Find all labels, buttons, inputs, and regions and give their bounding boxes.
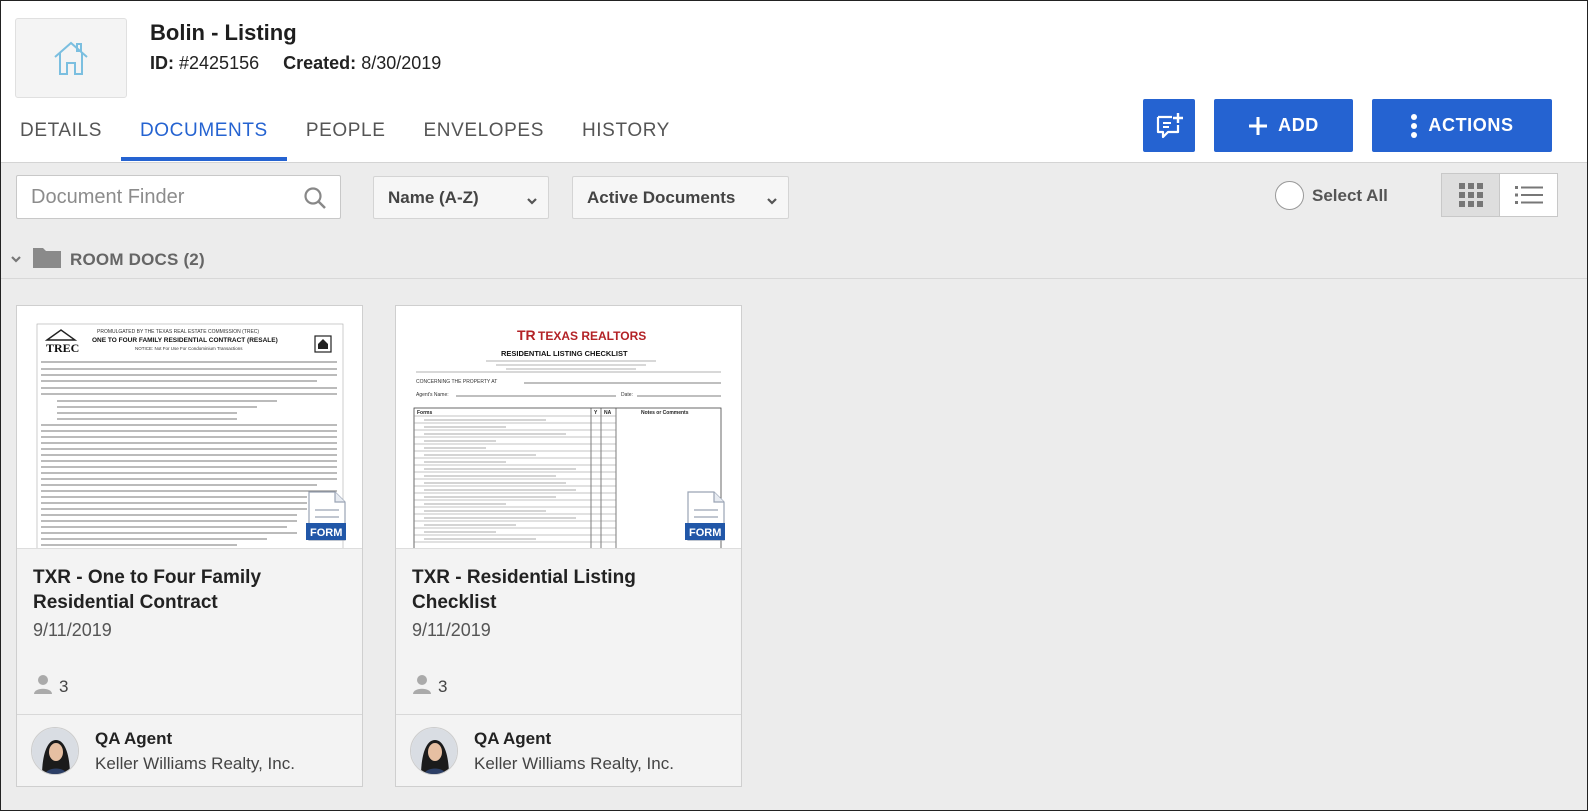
preview-notice: NOTICE: Not For Use For Condominium Tran… xyxy=(135,346,243,351)
actions-button[interactable]: ACTIONS xyxy=(1372,99,1552,152)
document-date: 9/11/2019 xyxy=(33,620,112,640)
document-preview: TR TEXAS REALTORS RESIDENTIAL LISTING CH… xyxy=(396,306,741,549)
preview-logo-text: TREC xyxy=(46,341,79,355)
search-icon[interactable] xyxy=(303,186,327,215)
folder-icon xyxy=(32,245,62,274)
tab-people[interactable]: PEOPLE xyxy=(287,111,405,161)
person-icon xyxy=(33,674,53,699)
agent-name: QA Agent xyxy=(474,729,552,748)
document-title[interactable]: TXR - One to Four Family Residential Con… xyxy=(33,565,333,615)
app-frame: Bolin - Listing ID: #2425156 Created: 8/… xyxy=(0,0,1588,811)
document-card[interactable]: TREC PROMULGATED BY THE TEXAS REAL ESTAT… xyxy=(16,305,363,787)
people-count: 3 xyxy=(33,674,68,699)
document-date: 9/11/2019 xyxy=(412,620,491,640)
avatar xyxy=(410,727,458,775)
preview-header-line: PROMULGATED BY THE TEXAS REAL ESTATE COM… xyxy=(97,329,259,335)
form-badge-label: FORM xyxy=(310,527,342,539)
chevron-down-icon[interactable] xyxy=(10,251,22,269)
created-label: Created: xyxy=(283,53,357,73)
agent-company: Keller Williams Realty, Inc. xyxy=(474,754,674,773)
people-count-value: 3 xyxy=(438,676,448,696)
view-toggle xyxy=(1441,173,1558,217)
document-title[interactable]: TXR - Residential Listing Checklist xyxy=(412,565,712,615)
document-owner: QA Agent Keller Williams Realty, Inc. xyxy=(17,714,362,786)
preview-line-3: Date: xyxy=(621,392,633,398)
house-icon xyxy=(54,41,88,75)
tab-history[interactable]: HISTORY xyxy=(563,111,689,161)
select-all-toggle[interactable]: Select All xyxy=(1275,181,1388,210)
preview-heading: RESIDENTIAL LISTING CHECKLIST xyxy=(501,349,628,358)
agent-name: QA Agent xyxy=(95,729,173,748)
avatar xyxy=(31,727,79,775)
document-owner: QA Agent Keller Williams Realty, Inc. xyxy=(396,714,741,786)
person-icon xyxy=(412,674,432,699)
actions-button-label: ACTIONS xyxy=(1428,115,1514,135)
preview-col-notes: Notes or Comments xyxy=(641,410,689,416)
sort-select-value: Name (A-Z) xyxy=(388,187,479,207)
listing-meta: ID: #2425156 Created: 8/30/2019 xyxy=(150,53,441,74)
listing-header: Bolin - Listing ID: #2425156 Created: 8/… xyxy=(1,1,1587,163)
add-comment-button[interactable] xyxy=(1143,99,1195,152)
people-count: 3 xyxy=(412,674,447,699)
document-preview: TREC PROMULGATED BY THE TEXAS REAL ESTAT… xyxy=(17,306,362,549)
document-card-body: TXR - Residential Listing Checklist 9/11… xyxy=(396,549,741,714)
svg-text:TR: TR xyxy=(517,327,536,343)
tab-documents[interactable]: DOCUMENTS xyxy=(120,111,287,161)
form-badge: FORM xyxy=(306,491,346,541)
preview-col-forms: Forms xyxy=(417,410,433,416)
status-filter-select[interactable]: Active Documents xyxy=(572,176,789,219)
grid-view-button[interactable] xyxy=(1442,174,1500,216)
people-count-value: 3 xyxy=(59,676,69,696)
preview-logo-text: TEXAS REALTORS xyxy=(538,329,646,343)
listing-thumbnail xyxy=(15,18,127,98)
preview-col-na: NA xyxy=(604,410,612,416)
grid-icon xyxy=(1458,183,1483,207)
list-icon xyxy=(1514,186,1543,204)
preview-heading: ONE TO FOUR FAMILY RESIDENTIAL CONTRACT … xyxy=(92,337,278,344)
form-badge: FORM xyxy=(685,491,725,541)
add-button[interactable]: ADD xyxy=(1214,99,1353,152)
status-filter-value: Active Documents xyxy=(587,187,736,207)
created-value: 8/30/2019 xyxy=(361,53,442,73)
tab-envelopes[interactable]: ENVELOPES xyxy=(404,111,563,161)
folder-label: ROOM DOCS (2) xyxy=(70,249,205,269)
chevron-down-icon xyxy=(766,192,778,212)
select-all-label: Select All xyxy=(1312,185,1388,205)
tab-details[interactable]: DETAILS xyxy=(1,111,121,161)
id-label: ID: xyxy=(150,53,174,73)
sort-select[interactable]: Name (A-Z) xyxy=(373,176,549,219)
more-vertical-icon xyxy=(1410,113,1418,139)
document-finder-input[interactable] xyxy=(17,176,287,218)
page-title: Bolin - Listing xyxy=(150,20,297,45)
chevron-down-icon xyxy=(526,192,538,212)
add-button-label: ADD xyxy=(1278,115,1319,135)
folder-header-room-docs[interactable]: ROOM DOCS (2) xyxy=(1,241,1587,279)
id-value: #2425156 xyxy=(179,53,260,73)
add-comment-icon xyxy=(1156,112,1183,138)
preview-line-2: Agent's Name: xyxy=(416,392,449,398)
list-view-button[interactable] xyxy=(1500,174,1557,216)
agent-company: Keller Williams Realty, Inc. xyxy=(95,754,295,773)
plus-icon xyxy=(1248,116,1268,136)
document-card[interactable]: TR TEXAS REALTORS RESIDENTIAL LISTING CH… xyxy=(395,305,742,787)
form-badge-label: FORM xyxy=(689,527,721,539)
document-card-body: TXR - One to Four Family Residential Con… xyxy=(17,549,362,714)
preview-line-1: CONCERNING THE PROPERTY AT xyxy=(416,379,497,385)
tab-bar: DETAILS DOCUMENTS PEOPLE ENVELOPES HISTO… xyxy=(1,111,689,163)
select-all-radio[interactable] xyxy=(1275,181,1304,210)
document-finder xyxy=(16,175,341,219)
